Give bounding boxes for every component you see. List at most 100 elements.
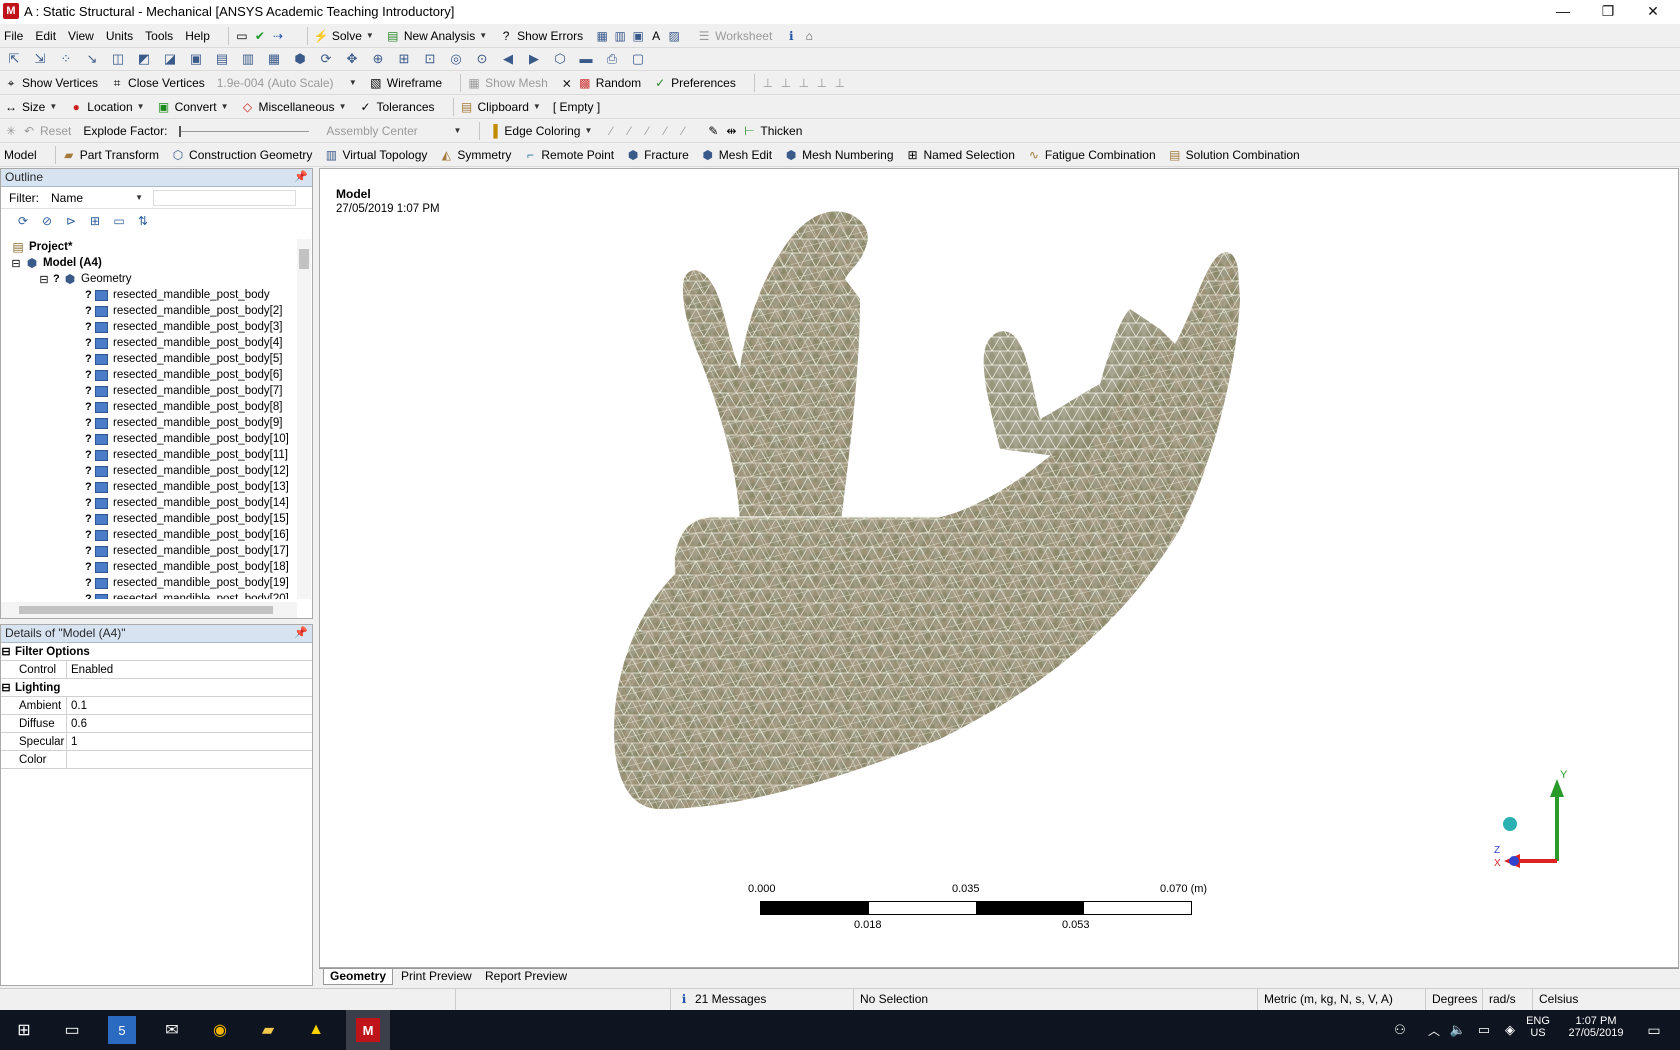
deformation-scale-select[interactable]: 1.9e-004 (Auto Scale) ▼ (217, 72, 357, 94)
zoom-to-fit-icon[interactable]: ◎ (446, 50, 466, 68)
task-view-icon[interactable]: ▭ (58, 1016, 86, 1044)
collapse-icon[interactable]: ⊟ (11, 257, 21, 270)
align-icon[interactable]: ⊥ (761, 76, 775, 90)
file-explorer-icon[interactable]: ▰ (254, 1016, 282, 1044)
convert-button[interactable]: ▣ Convert ▼ (157, 96, 229, 118)
next-view-icon[interactable]: ▶ (524, 50, 544, 68)
iso-view-icon[interactable]: ⬡ (550, 50, 570, 68)
show-errors-button[interactable]: ? Show Errors (499, 25, 583, 47)
filter-select[interactable]: Name ▼ (47, 190, 147, 206)
extend-select-icon[interactable]: ▤ (212, 50, 232, 68)
temperature-units-status[interactable]: Celsius (1532, 989, 1612, 1011)
part-transform-button[interactable]: ▰ Part Transform (62, 144, 159, 166)
filter-search-input[interactable] (153, 189, 296, 206)
assembly-center-select[interactable]: Assembly Center ▼ (326, 120, 461, 142)
unit-system-status[interactable]: Metric (m, kg, N, s, V, A) (1257, 989, 1427, 1011)
fatigue-combination-button[interactable]: ∿ Fatigue Combination (1027, 144, 1156, 166)
explode-factor-slider[interactable] (179, 120, 314, 142)
rotational-velocity-units-status[interactable]: rad/s (1482, 989, 1532, 1011)
new-analysis-button[interactable]: ▤ New Analysis ▼ (386, 25, 487, 47)
tolerances-button[interactable]: ✓ Tolerances (358, 96, 434, 118)
color-row[interactable]: Color (1, 750, 312, 769)
sort-icon[interactable]: ⇅ (135, 213, 151, 229)
brush-icon[interactable]: ✎ (706, 124, 720, 138)
miscellaneous-button[interactable]: ◇ Miscellaneous ▼ (241, 96, 347, 118)
tree-node-body[interactable]: ? resected_mandible_post_body[14] (1, 495, 297, 511)
tree-node-body[interactable]: ? resected_mandible_post_body[15] (1, 511, 297, 527)
messages-status[interactable]: ℹ 21 Messages (670, 989, 860, 1011)
refresh-icon[interactable]: ⟳ (15, 213, 31, 229)
iso-ball-icon[interactable] (1503, 817, 1517, 831)
zoom-fit-icon[interactable]: ⊡ (420, 50, 440, 68)
zoom-icon[interactable]: ⊕ (368, 50, 388, 68)
shrink-select-icon[interactable]: ▦ (264, 50, 284, 68)
face-select-icon[interactable]: ◫ (108, 50, 128, 68)
diffuse-value[interactable]: 0.6 (67, 718, 87, 730)
wireframe-button[interactable]: ▧ Wireframe (369, 72, 442, 94)
viewport-layout-icon[interactable]: ▢ (628, 50, 648, 68)
outline-vertical-scrollbar[interactable] (297, 239, 311, 599)
pin-icon[interactable]: 📌 (294, 625, 308, 642)
tree-node-body[interactable]: ? resected_mandible_post_body[10] (1, 431, 297, 447)
menu-help[interactable]: Help (185, 25, 210, 47)
check-icon[interactable]: ✔ (253, 29, 267, 43)
control-row[interactable]: Control Enabled (1, 660, 312, 679)
tree-node-body[interactable]: ? resected_mandible_post_body[2] (1, 303, 297, 319)
cube-icon[interactable]: ⬢ (290, 50, 310, 68)
branch-icon[interactable]: ⊳ (63, 213, 79, 229)
tree-node-body[interactable]: ? resected_mandible_post_body[13] (1, 479, 297, 495)
volume-icon[interactable]: 🔈 (1444, 1016, 1472, 1044)
collapse-icon[interactable]: ⊟ (39, 273, 49, 286)
tree-node-body[interactable]: ? resected_mandible_post_body[8] (1, 399, 297, 415)
ansys-mechanical-taskbar-icon[interactable]: M (346, 1010, 390, 1050)
symmetry-button[interactable]: ◭ Symmetry (439, 144, 512, 166)
explode-icon[interactable]: ✳ (4, 124, 18, 138)
show-mesh-button[interactable]: ▦ Show Mesh (467, 72, 547, 94)
menu-file[interactable]: File (4, 25, 23, 47)
outline-horizontal-scrollbar[interactable] (1, 602, 297, 618)
start-windows-icon[interactable]: ⊞ (10, 1016, 38, 1044)
suppress-icon[interactable]: ⊘ (39, 213, 55, 229)
tree-node-project[interactable]: ▤ Project* (1, 239, 297, 255)
lighting-group[interactable]: ⊟ Lighting (1, 679, 312, 697)
print-icon[interactable]: ⎙ (602, 50, 622, 68)
info-cursor-icon[interactable]: ℹ (784, 29, 798, 43)
size-button[interactable]: ↔ Size ▼ (4, 96, 57, 118)
tree-node-body[interactable]: ? resected_mandible_post_body[18] (1, 559, 297, 575)
tree-node-body[interactable]: ? resected_mandible_post_body[16] (1, 527, 297, 543)
show-vertices-button[interactable]: ⌖ Show Vertices (4, 72, 98, 94)
expand-all-icon[interactable]: ⊞ (87, 213, 103, 229)
export-icon[interactable]: ⇢ (271, 29, 285, 43)
tag-icon[interactable]: ⌂ (802, 29, 816, 43)
rotate-icon[interactable]: ⟳ (316, 50, 336, 68)
edge-style-icon[interactable]: ⁄ (676, 124, 690, 138)
network-icon[interactable]: ▭ (1470, 1016, 1498, 1044)
ruler-icon[interactable]: ▬ (576, 50, 596, 68)
tree-node-body[interactable]: ? resected_mandible_post_body (1, 287, 297, 303)
chevron-down-icon[interactable]: ▼ (479, 31, 487, 40)
close-vertices-button[interactable]: ⌗ Close Vertices (110, 72, 205, 94)
align-icon[interactable]: ⊥ (797, 76, 811, 90)
menu-edit[interactable]: Edit (35, 25, 56, 47)
minimize-button[interactable]: — (1541, 0, 1585, 24)
model-button[interactable]: Model (4, 144, 37, 166)
ansys-workbench-icon[interactable]: ▲ (302, 1016, 330, 1044)
node-select-icon[interactable]: ◪ (160, 50, 180, 68)
vertex-select-icon[interactable]: ⁘ (56, 50, 76, 68)
tree-node-body[interactable]: ? resected_mandible_post_body[3] (1, 319, 297, 335)
tree-node-body[interactable]: ? resected_mandible_post_body[11] (1, 447, 297, 463)
construction-geometry-button[interactable]: ⬡ Construction Geometry (171, 144, 313, 166)
tree-node-body[interactable]: ? resected_mandible_post_body[17] (1, 543, 297, 559)
image-icon[interactable]: ▨ (667, 29, 681, 43)
mesh-edit-button[interactable]: ⬢ Mesh Edit (701, 144, 773, 166)
ambient-row[interactable]: Ambient 0.1 (1, 696, 312, 715)
select-icon[interactable]: ⇱ (4, 50, 24, 68)
tree-node-body[interactable]: ? resected_mandible_post_body[12] (1, 463, 297, 479)
collapse-icon[interactable]: ⊟ (1, 681, 11, 694)
solve-button[interactable]: ⚡ Solve ▼ (314, 25, 374, 47)
language-indicator[interactable]: ENG US (1520, 1015, 1556, 1039)
expand-select-icon[interactable]: ▥ (238, 50, 258, 68)
tree-node-body[interactable]: ? resected_mandible_post_body[7] (1, 383, 297, 399)
align-icon[interactable]: ⊥ (815, 76, 829, 90)
magnifier-icon[interactable]: ⊙ (472, 50, 492, 68)
